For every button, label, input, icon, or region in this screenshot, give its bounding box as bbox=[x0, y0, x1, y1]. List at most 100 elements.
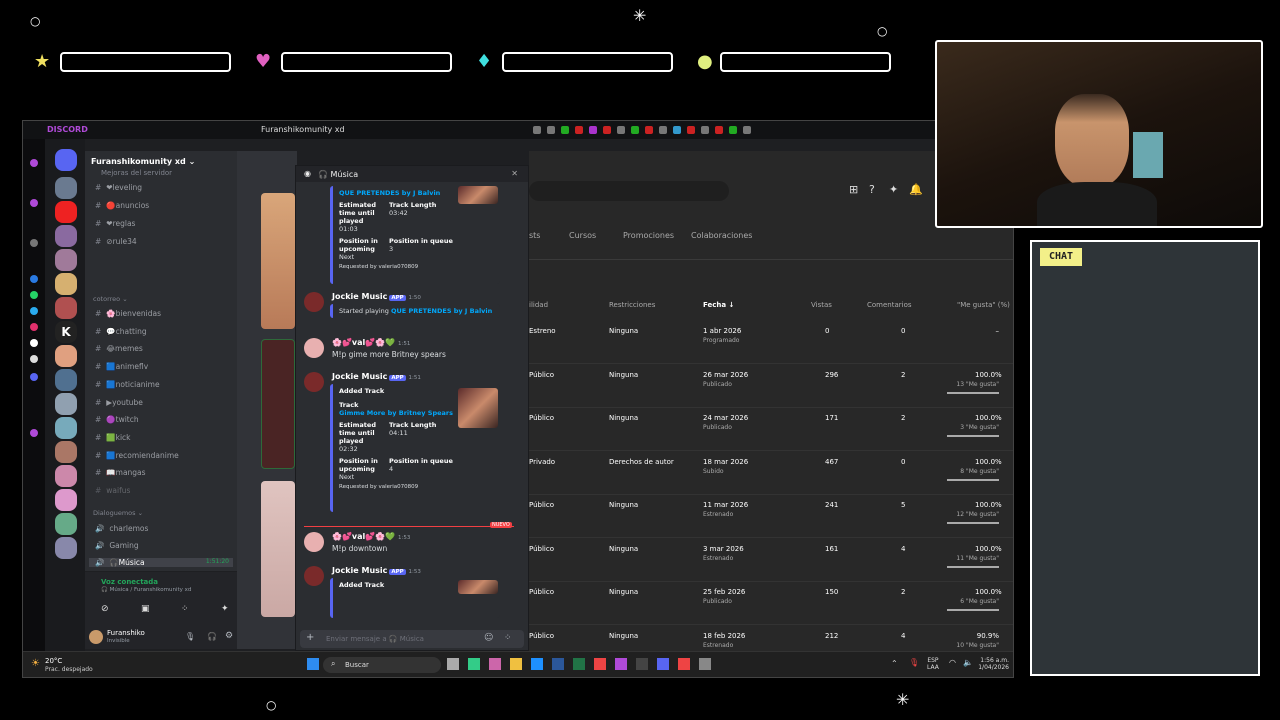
create-icon[interactable]: ⊞ bbox=[849, 183, 858, 196]
soundboard-icon[interactable]: ✦ bbox=[221, 604, 229, 614]
x-icon[interactable] bbox=[30, 355, 38, 363]
server-icon[interactable] bbox=[55, 417, 77, 439]
table-row[interactable]: Público Ninguna 24 mar 2026 Publicado 171 2 10… bbox=[529, 408, 1013, 451]
server-icon[interactable]: K bbox=[55, 321, 77, 343]
screen-share-icon[interactable]: ▣ bbox=[141, 604, 150, 614]
extension-icon[interactable] bbox=[575, 126, 583, 134]
mic-icon[interactable]: 🎙 bbox=[909, 658, 919, 667]
channel-item[interactable]: # 🟣twitch bbox=[95, 415, 139, 424]
camera-off-icon[interactable]: ⊘ bbox=[101, 604, 109, 614]
channel-item[interactable]: # ▶youtube bbox=[95, 398, 143, 407]
apps-icon[interactable]: ⁘ bbox=[504, 633, 512, 643]
message-author[interactable]: 🌸💕val💕🌸💚 1:51 bbox=[332, 338, 410, 347]
server-icon[interactable] bbox=[55, 297, 77, 319]
whatsapp-icon[interactable] bbox=[30, 291, 38, 299]
voice-channel-musica[interactable]: 🔊 🎧Música 1:51:20 bbox=[89, 558, 233, 567]
category-label[interactable]: Dialoguemos ⌄ bbox=[93, 509, 143, 517]
server-icon[interactable] bbox=[55, 249, 77, 271]
extension-icon[interactable] bbox=[659, 126, 667, 134]
tab-colaboraciones[interactable]: Colaboraciones bbox=[691, 231, 752, 240]
message-composer[interactable]: + Enviar mensaje a 🎧 Música ☺ ⁘ bbox=[300, 630, 524, 648]
avatar[interactable] bbox=[304, 372, 324, 392]
extension-icon[interactable] bbox=[673, 126, 681, 134]
voice-path[interactable]: 🎧 Música / Furanshikomunity xd bbox=[101, 587, 191, 593]
capcut-icon[interactable] bbox=[636, 658, 648, 670]
server-icon[interactable] bbox=[55, 177, 77, 199]
channel-item[interactable]: # 🔴anuncios bbox=[95, 201, 149, 210]
col-header-date[interactable]: Fecha ↓ bbox=[703, 301, 734, 309]
gear-icon[interactable]: ⚙ bbox=[225, 631, 233, 641]
server-icon[interactable] bbox=[55, 393, 77, 415]
table-row[interactable]: Público Ninguna 25 feb 2026 Publicado 150 2 10… bbox=[529, 582, 1013, 625]
visibility-cell[interactable]: Público bbox=[529, 414, 554, 422]
table-row[interactable]: Público Ninguna 3 mar 2026 Estrenado 161 4 100… bbox=[529, 539, 1013, 582]
excel-icon[interactable] bbox=[573, 658, 585, 670]
instagram-icon[interactable] bbox=[30, 323, 38, 331]
server-icon[interactable] bbox=[55, 441, 77, 463]
table-row[interactable]: Público Ninguna 11 mar 2026 Estrenado 241 5 10… bbox=[529, 495, 1013, 538]
edge-icon[interactable] bbox=[531, 658, 543, 670]
word-icon[interactable] bbox=[552, 658, 564, 670]
help-icon[interactable]: ? bbox=[869, 183, 875, 196]
server-icon[interactable] bbox=[55, 273, 77, 295]
col-header-likes[interactable]: "Me gusta" (%) bbox=[957, 301, 1010, 309]
discord-home-icon[interactable] bbox=[55, 149, 77, 171]
rail-icon[interactable] bbox=[30, 159, 38, 167]
extension-icon[interactable] bbox=[645, 126, 653, 134]
extension-icon[interactable] bbox=[589, 126, 597, 134]
extension-icon[interactable] bbox=[729, 126, 737, 134]
windows-start-icon[interactable] bbox=[307, 658, 319, 670]
weather-icon[interactable]: ☀ bbox=[31, 658, 40, 669]
search-bar[interactable] bbox=[529, 181, 729, 201]
tab-posts[interactable]: sts bbox=[529, 231, 569, 240]
settings-icon[interactable] bbox=[30, 239, 38, 247]
messenger-icon[interactable] bbox=[30, 275, 38, 283]
opera-gx-icon[interactable] bbox=[615, 658, 627, 670]
channel-item[interactable]: # 🌸bienvenidas bbox=[95, 309, 161, 318]
rail-icon[interactable] bbox=[30, 199, 38, 207]
extension-icon[interactable] bbox=[617, 126, 625, 134]
avatar[interactable] bbox=[89, 630, 103, 644]
server-icon[interactable] bbox=[55, 369, 77, 391]
server-icon[interactable] bbox=[55, 537, 77, 559]
table-row[interactable]: Estreno Ninguna 1 abr 2026 Programado 0 0 – bbox=[529, 321, 1013, 364]
headphones-icon[interactable]: 🎧 bbox=[207, 632, 217, 641]
extension-icon[interactable] bbox=[533, 126, 541, 134]
col-header-views[interactable]: Vistas bbox=[811, 301, 832, 309]
server-icon[interactable] bbox=[55, 513, 77, 535]
channel-item[interactable]: # ❤reglas bbox=[95, 219, 135, 228]
visibility-cell[interactable]: Público bbox=[529, 371, 554, 379]
visibility-cell[interactable]: Privado bbox=[529, 458, 555, 466]
message-input[interactable]: Enviar mensaje a 🎧 Música bbox=[326, 635, 424, 643]
message-author[interactable]: Jockie Music APP 1:50 bbox=[332, 292, 421, 301]
weather-desc[interactable]: Prac. despejado bbox=[45, 666, 93, 673]
avatar[interactable] bbox=[304, 338, 324, 358]
language-indicator[interactable]: ESP LAA bbox=[927, 657, 939, 671]
discord-icon[interactable] bbox=[657, 658, 669, 670]
col-header-visibility[interactable]: ilidad bbox=[529, 301, 548, 309]
voice-channel-gaming[interactable]: 🔊 Gaming bbox=[95, 541, 139, 550]
visibility-cell[interactable]: Público bbox=[529, 545, 554, 553]
extension-icon[interactable] bbox=[715, 126, 723, 134]
discord-icon[interactable] bbox=[30, 373, 38, 381]
extension-icon[interactable] bbox=[561, 126, 569, 134]
weather-temp[interactable]: 20°C bbox=[45, 657, 62, 665]
visibility-cell[interactable]: Público bbox=[529, 632, 554, 640]
channel-item[interactable]: # 🟩kick bbox=[95, 433, 131, 442]
channel-item[interactable]: # 💬chatting bbox=[95, 327, 147, 336]
avatar[interactable] bbox=[304, 532, 324, 552]
col-header-restrictions[interactable]: Restricciones bbox=[609, 301, 655, 309]
activities-icon[interactable]: ⁘ bbox=[181, 604, 189, 614]
server-boost-link[interactable]: Mejoras del servidor bbox=[101, 169, 172, 177]
notifications-icon[interactable]: 🔔 bbox=[909, 183, 923, 196]
server-icon[interactable] bbox=[55, 465, 77, 487]
channel-item[interactable]: # waifus bbox=[95, 486, 130, 495]
extension-icon[interactable] bbox=[603, 126, 611, 134]
tab-promociones[interactable]: Promociones bbox=[623, 231, 691, 240]
app-icon[interactable] bbox=[678, 658, 690, 670]
mic-icon[interactable]: 🎙 bbox=[185, 632, 195, 641]
channel-item[interactable]: # 🟦noticianime bbox=[95, 380, 160, 389]
task-view-icon[interactable] bbox=[447, 658, 459, 670]
extension-icon[interactable] bbox=[743, 126, 751, 134]
chrome-icon[interactable] bbox=[594, 658, 606, 670]
